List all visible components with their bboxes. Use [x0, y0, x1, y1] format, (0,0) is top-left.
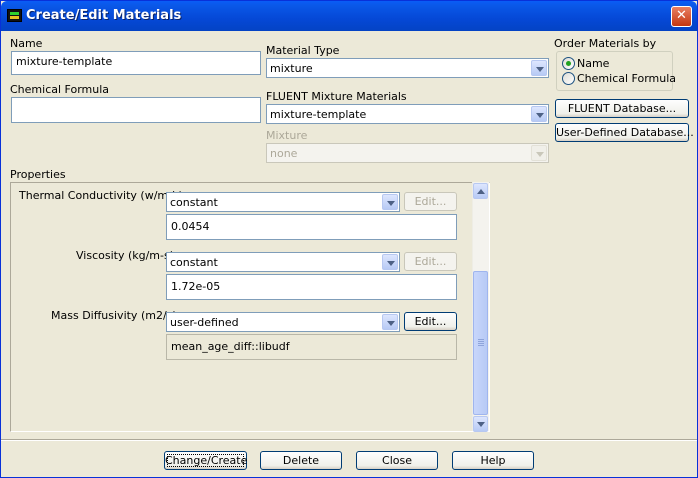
mass-diffusivity-label: Mass Diffusivity (m2/s) — [51, 309, 177, 322]
materials-dialog: Create/Edit Materials ✕ Name mixture-tem… — [0, 0, 698, 478]
chevron-down-icon[interactable] — [382, 254, 398, 270]
fluent-app-icon — [7, 9, 22, 22]
close-icon[interactable]: ✕ — [671, 6, 692, 27]
viscosity-edit-button: Edit... — [404, 252, 457, 271]
chemical-formula-label: Chemical Formula — [10, 83, 110, 96]
scroll-thumb[interactable] — [473, 271, 488, 415]
viscosity-method-value: constant — [170, 256, 218, 269]
change-create-button[interactable]: Change/Create — [164, 451, 247, 470]
user-defined-database-button[interactable]: User-Defined Database... — [555, 123, 694, 142]
chevron-down-icon — [531, 145, 547, 161]
material-type-label: Material Type — [266, 44, 340, 57]
viscosity-label: Viscosity (kg/m-s) — [76, 249, 175, 262]
mixture-dropdown: none — [266, 143, 549, 163]
mixture-value: none — [270, 147, 298, 160]
viscosity-value-input[interactable]: 1.72e-05 — [166, 274, 457, 300]
mass-diffusivity-method-value: user-defined — [170, 316, 239, 329]
delete-button[interactable]: Delete — [260, 451, 342, 470]
thermal-conductivity-edit-button: Edit... — [404, 192, 457, 211]
chevron-down-icon[interactable] — [531, 60, 547, 76]
viscosity-method-dropdown[interactable]: constant — [166, 252, 400, 272]
order-by-formula-radio[interactable] — [562, 72, 575, 85]
mass-diffusivity-udf-field: mean_age_diff::libudf — [166, 334, 457, 360]
thermal-conductivity-value-input[interactable]: 0.0454 — [166, 214, 457, 240]
close-button[interactable]: Close — [356, 451, 438, 470]
help-button[interactable]: Help — [452, 451, 534, 470]
chevron-down-icon[interactable] — [382, 194, 398, 210]
mixture-label: Mixture — [266, 129, 308, 142]
chemical-formula-input[interactable] — [11, 97, 261, 123]
material-type-dropdown[interactable]: mixture — [266, 58, 549, 78]
properties-label: Properties — [10, 168, 66, 181]
order-by-name-label[interactable]: Name — [577, 57, 609, 70]
chevron-down-icon[interactable] — [382, 314, 398, 330]
fluent-mixture-value: mixture-template — [270, 108, 367, 121]
name-input[interactable]: mixture-template — [11, 51, 261, 75]
fluent-mixture-dropdown[interactable]: mixture-template — [266, 104, 549, 124]
thermal-conductivity-method-dropdown[interactable]: constant — [166, 192, 400, 212]
order-by-label: Order Materials by — [554, 37, 657, 50]
fluent-mixture-label: FLUENT Mixture Materials — [266, 90, 407, 103]
fluent-database-button[interactable]: FLUENT Database... — [555, 99, 689, 118]
window-title: Create/Edit Materials — [26, 8, 182, 23]
scroll-up-arrow-icon[interactable] — [473, 183, 488, 199]
order-by-group — [556, 51, 673, 91]
title-bar[interactable]: Create/Edit Materials ✕ — [1, 1, 697, 31]
thermal-conductivity-label: Thermal Conductivity (w/m-k) — [19, 189, 183, 202]
name-label: Name — [10, 37, 43, 50]
chevron-down-icon[interactable] — [531, 106, 547, 122]
mass-diffusivity-edit-button[interactable]: Edit... — [404, 312, 457, 331]
material-type-value: mixture — [270, 62, 313, 75]
mass-diffusivity-method-dropdown[interactable]: user-defined — [166, 312, 400, 332]
order-by-name-radio[interactable] — [562, 57, 575, 70]
thermal-conductivity-method-value: constant — [170, 196, 218, 209]
order-by-formula-label[interactable]: Chemical Formula — [577, 72, 676, 85]
scroll-down-arrow-icon[interactable] — [473, 416, 488, 432]
